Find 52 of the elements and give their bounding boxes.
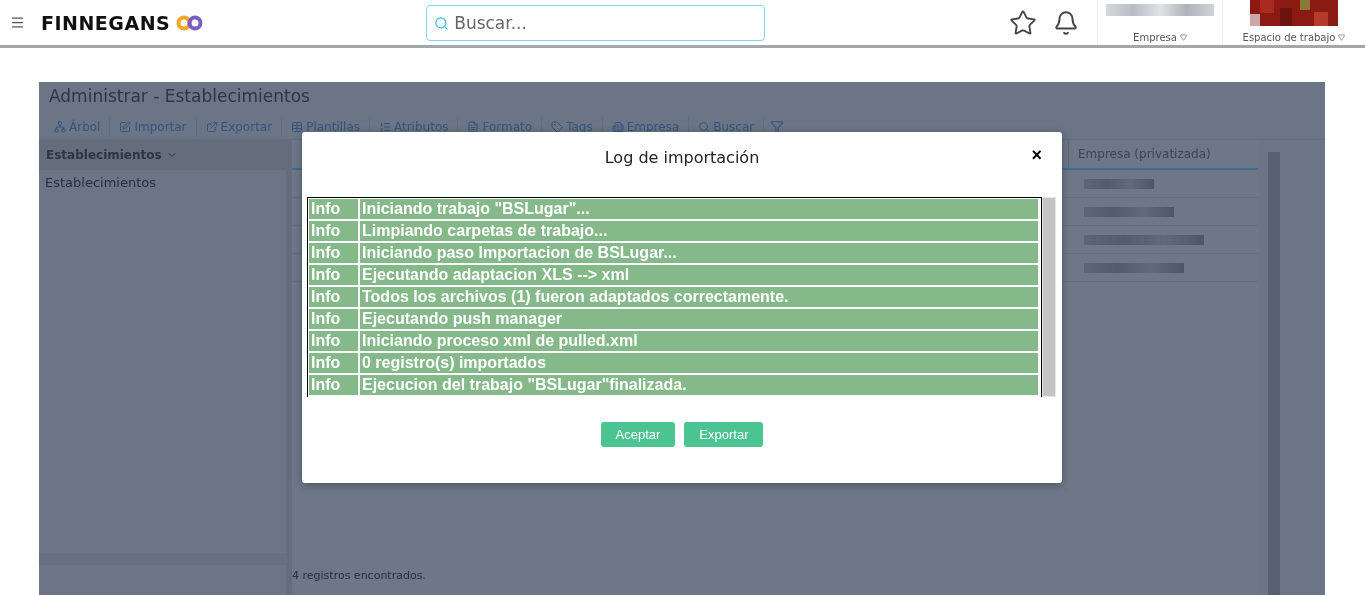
log-level: Info bbox=[309, 331, 358, 351]
search-icon bbox=[698, 120, 711, 133]
record-count: 4 registros encontrados. bbox=[292, 568, 427, 584]
log-level: Info bbox=[309, 309, 358, 329]
table-icon bbox=[291, 120, 304, 133]
tag-icon bbox=[551, 120, 564, 133]
log-message: Iniciando trabajo "BSLugar"... bbox=[360, 199, 1038, 219]
tree-icon bbox=[54, 120, 66, 133]
document-icon bbox=[467, 120, 480, 133]
building-icon bbox=[611, 120, 624, 133]
brand-name: FINNEGANS bbox=[41, 11, 171, 34]
star-icon[interactable] bbox=[1009, 8, 1037, 37]
dialog-button[interactable]: Aceptar bbox=[600, 422, 676, 447]
logo-icon bbox=[176, 14, 205, 31]
scrollbar[interactable] bbox=[39, 553, 286, 565]
log-message: Ejecucion del trabajo "BSLugar"finalizada. bbox=[360, 375, 1038, 395]
list-icon bbox=[379, 120, 391, 133]
log-level: Info bbox=[309, 221, 358, 241]
log-level: Info bbox=[309, 353, 358, 373]
workspace-selector[interactable]: Espacio de trabajo bbox=[1242, 32, 1346, 43]
dialog-button[interactable]: Exportar bbox=[684, 422, 764, 447]
external-link-icon bbox=[205, 120, 218, 133]
log-level: Info bbox=[309, 287, 358, 307]
bell-icon[interactable] bbox=[1053, 9, 1079, 36]
log-message: Todos los archivos (1) fueron adaptados correctamente. bbox=[360, 287, 1038, 307]
search-icon bbox=[434, 15, 450, 31]
log-message: Iniciando paso Importacion de BSLugar... bbox=[360, 243, 1038, 263]
toolbar-button[interactable]: Árbol bbox=[45, 116, 111, 137]
dialog-title: Log de importación bbox=[604, 148, 760, 167]
log-message: Limpiando carpetas de trabajo... bbox=[360, 221, 1038, 241]
search-field[interactable]: Buscar... bbox=[426, 4, 766, 41]
log-level: Info bbox=[309, 243, 358, 263]
caret-icon bbox=[1179, 34, 1187, 41]
filter-icon[interactable] bbox=[770, 119, 785, 134]
log-level: Info bbox=[309, 265, 358, 285]
menu-icon[interactable] bbox=[10, 15, 25, 30]
log-level: Info bbox=[309, 199, 358, 219]
close-button[interactable]: × bbox=[1025, 144, 1048, 167]
page-title: Administrar - Establecimientos bbox=[48, 85, 311, 108]
log-level: Info bbox=[309, 375, 358, 395]
tree-header[interactable]: Establecimientos bbox=[39, 140, 286, 170]
company-selector[interactable]: Empresa bbox=[1133, 32, 1187, 43]
tree-item[interactable]: Establecimientos bbox=[39, 170, 286, 195]
log-message: Ejecutando adaptacion XLS --> xml bbox=[360, 265, 1038, 285]
toolbar-button[interactable]: Importar bbox=[110, 116, 197, 137]
log-message: 0 registro(s) importados bbox=[360, 353, 1038, 373]
edit-icon bbox=[119, 120, 132, 133]
scrollbar[interactable] bbox=[1042, 197, 1056, 397]
log-message: Ejecutando push manager bbox=[360, 309, 1038, 329]
log-message: Iniciando proceso xml de pulled.xml bbox=[360, 331, 1038, 351]
caret-icon bbox=[1338, 34, 1346, 41]
blurred-text bbox=[1084, 178, 1154, 189]
